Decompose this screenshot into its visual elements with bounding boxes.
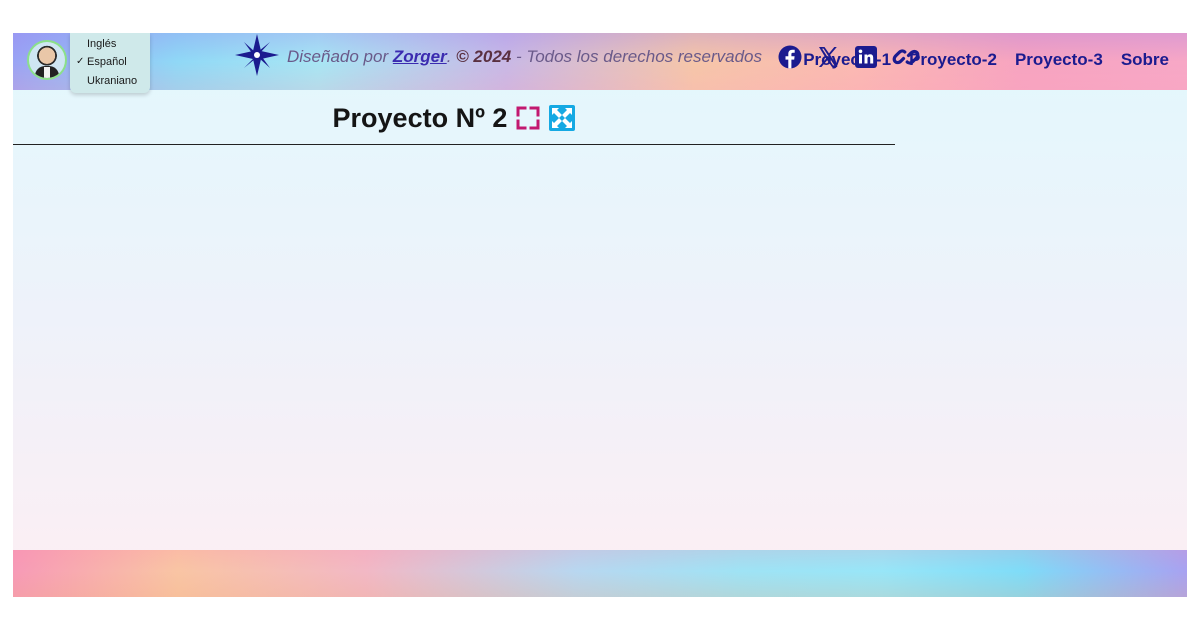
facebook-icon[interactable] bbox=[778, 45, 802, 69]
footer-bar bbox=[13, 550, 1187, 597]
expand-arrows-icon[interactable] bbox=[549, 105, 576, 131]
page-title: Proyecto Nº 2 bbox=[332, 102, 508, 133]
fullscreen-icon[interactable] bbox=[515, 105, 541, 131]
language-option-english[interactable]: Inglés bbox=[87, 36, 116, 52]
social-links bbox=[778, 45, 920, 69]
page-frame: Inglés ✓ Español Ukraniano Proyecto-1 Pr… bbox=[13, 33, 1187, 597]
title-row: Proyecto Nº 2 bbox=[13, 97, 895, 139]
language-option-spanish[interactable]: ✓ Español bbox=[76, 54, 127, 70]
language-dropdown-menu: Inglés ✓ Español Ukraniano bbox=[70, 33, 150, 93]
check-icon: ✓ bbox=[76, 56, 85, 67]
title-divider bbox=[13, 144, 895, 145]
author-link[interactable]: Zorger bbox=[393, 47, 447, 66]
link-icon[interactable] bbox=[892, 45, 920, 69]
nav-link-proyecto-3[interactable]: Proyecto-3 bbox=[1015, 50, 1103, 70]
footer-content: Diseñado por Zorger. © 2024 - Todos los … bbox=[235, 33, 920, 81]
footer-text: Diseñado por Zorger. © 2024 - Todos los … bbox=[287, 47, 762, 66]
nav-link-sobre[interactable]: Sobre bbox=[1121, 50, 1169, 70]
avatar[interactable] bbox=[27, 40, 67, 80]
language-option-ukrainian[interactable]: Ukraniano bbox=[87, 73, 137, 89]
linkedin-icon[interactable] bbox=[854, 45, 878, 69]
x-twitter-icon[interactable] bbox=[816, 45, 840, 69]
nav-link-proyecto-2[interactable]: Proyecto-2 bbox=[909, 50, 997, 70]
compass-star-icon bbox=[235, 33, 279, 81]
